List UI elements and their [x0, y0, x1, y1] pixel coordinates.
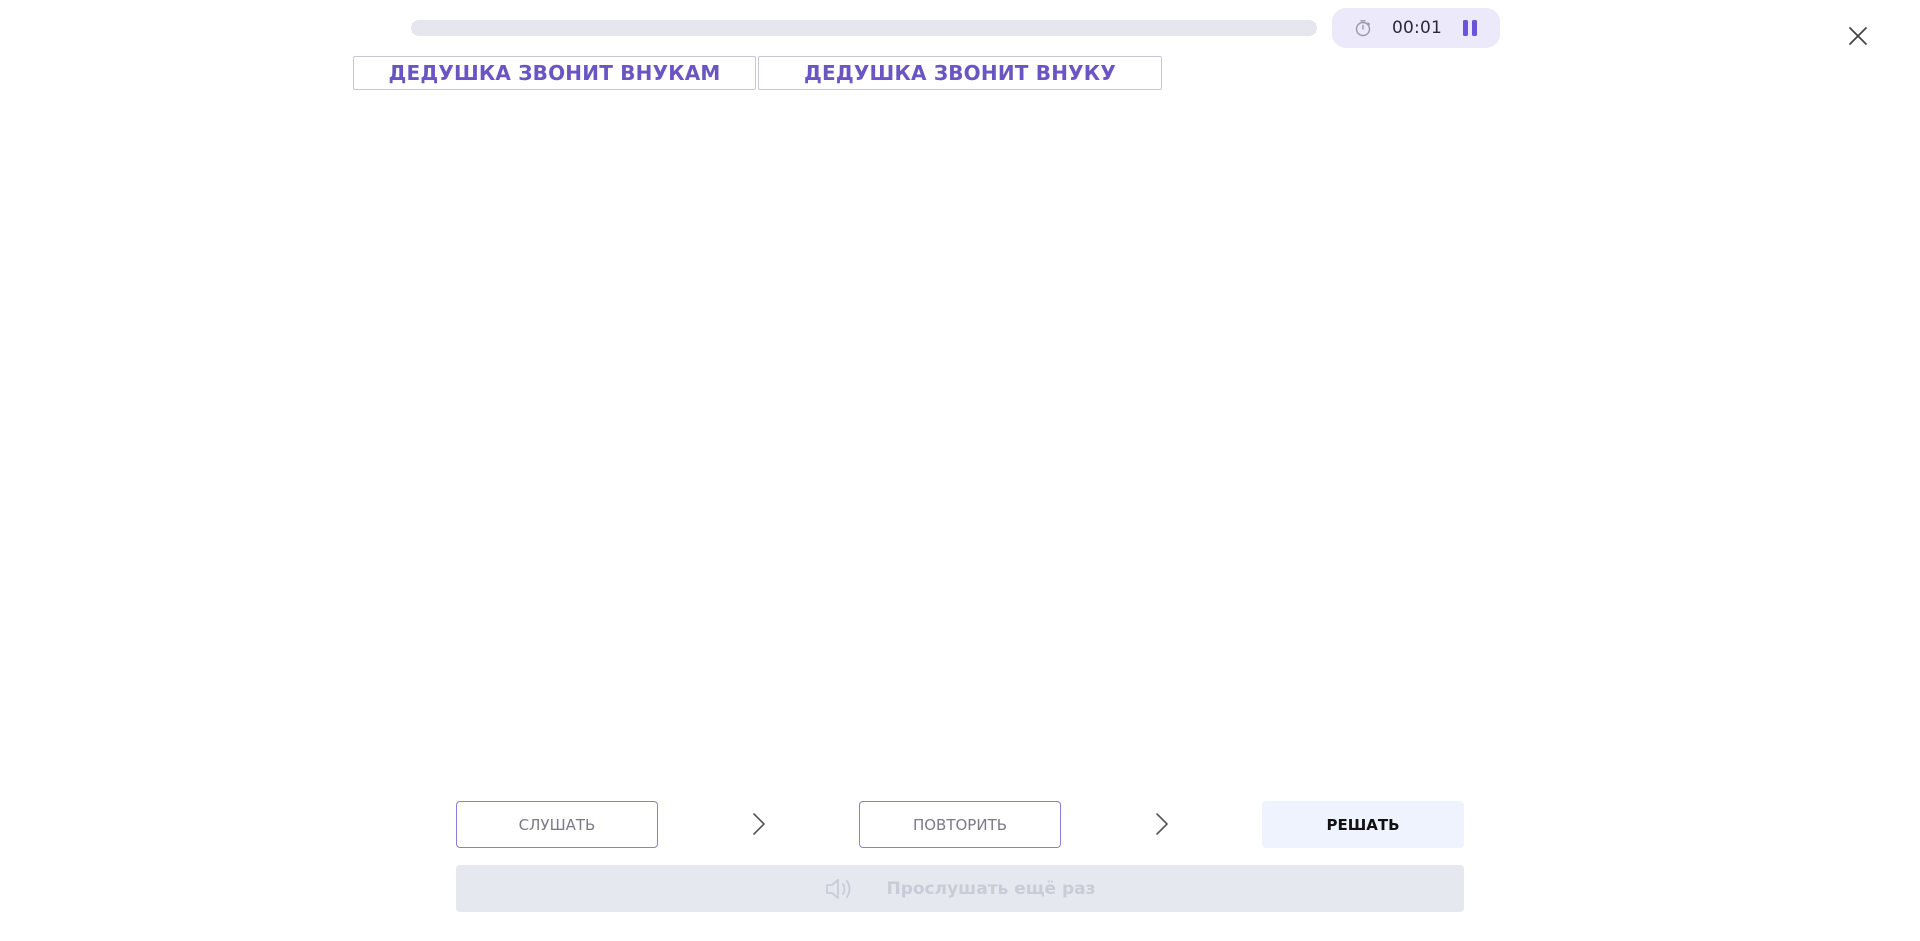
timer-pill: 00:01	[1332, 8, 1500, 48]
listen-again-button[interactable]: Прослушать ещё раз	[456, 865, 1464, 912]
timer-value: 00:01	[1392, 18, 1442, 38]
repeat-button[interactable]: ПОВТОРИТЬ	[859, 801, 1061, 848]
pause-icon[interactable]	[1460, 18, 1480, 38]
chevron-right-icon	[753, 813, 765, 835]
progress-bar	[411, 20, 1317, 36]
chevron-right-icon	[1156, 813, 1168, 835]
speaker-icon	[826, 878, 851, 899]
listen-again-label: Прослушать ещё раз	[886, 878, 1096, 899]
answer-option-1[interactable]: ДЕДУШКА ЗВОНИТ ВНУКАМ	[353, 56, 756, 90]
clock-icon	[1355, 20, 1371, 37]
close-icon[interactable]	[1846, 24, 1870, 48]
answer-option-2[interactable]: ДЕДУШКА ЗВОНИТ ВНУКУ	[758, 56, 1162, 90]
solve-button[interactable]: РЕШАТЬ	[1262, 801, 1464, 848]
listen-button[interactable]: СЛУШАТЬ	[456, 801, 658, 848]
